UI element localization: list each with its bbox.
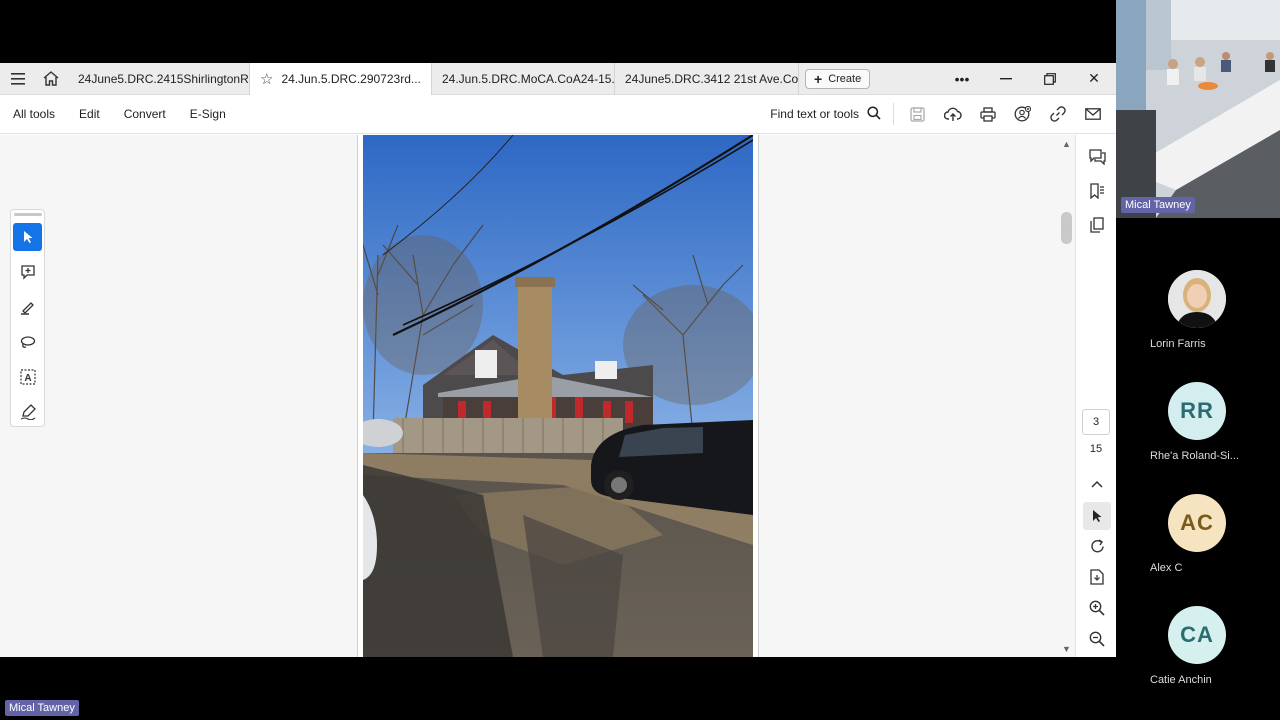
screen: 24June5.DRC.2415ShirlingtonR... ☆ 24.Jun…: [0, 0, 1280, 720]
participant-name: Rhe'a Roland-Si...: [1150, 450, 1239, 462]
tab-label: 24.Jun.5.DRC.MoCA.CoA24-15.p...: [442, 71, 615, 86]
vertical-scrollbar[interactable]: ▲ ▼: [1059, 135, 1074, 657]
toolbar-right: Find text or tools: [770, 99, 1116, 129]
quick-tools-panel: A: [10, 209, 45, 427]
main-toolbar: All tools Edit Convert E-Sign Find text …: [0, 95, 1116, 134]
esign-menu[interactable]: E-Sign: [178, 107, 238, 121]
text-recognition-icon[interactable]: A: [13, 363, 42, 391]
minimize-icon[interactable]: [984, 63, 1028, 95]
participant-name: Lorin Farris: [1150, 338, 1206, 350]
create-label: Create: [828, 72, 862, 85]
pdf-page: [357, 135, 759, 657]
plus-icon: +: [814, 70, 823, 87]
find-label: Find text or tools: [770, 107, 859, 121]
convert-menu[interactable]: Convert: [112, 107, 178, 121]
star-icon[interactable]: ☆: [260, 70, 273, 88]
comments-icon[interactable]: [1083, 143, 1111, 171]
highlight-pen-icon[interactable]: [13, 293, 42, 321]
tab-document-1[interactable]: 24June5.DRC.2415ShirlingtonR...: [66, 62, 250, 95]
zoom-out-icon[interactable]: [1083, 625, 1111, 653]
search-icon: [867, 105, 881, 123]
participant-name: Alex C: [1150, 562, 1183, 574]
add-comment-icon[interactable]: [13, 258, 42, 286]
find-tools-button[interactable]: Find text or tools: [770, 103, 894, 125]
tab-document-2[interactable]: ☆ 24.Jun.5.DRC.290723rd... ✕: [250, 62, 432, 95]
create-button[interactable]: + Create: [805, 68, 871, 89]
link-icon[interactable]: [1040, 99, 1075, 129]
document-workspace: A ▲ ▼ 3 15: [0, 135, 1116, 657]
avatar-initials: CA: [1168, 606, 1226, 664]
participant-name: Catie Anchin: [1150, 674, 1212, 686]
save-icon[interactable]: [900, 99, 935, 129]
room-camera-feed[interactable]: Mical Tawney: [1116, 0, 1280, 218]
tab-document-3[interactable]: 24.Jun.5.DRC.MoCA.CoA24-15.p...: [432, 62, 615, 95]
avatar: [1168, 270, 1226, 328]
home-icon[interactable]: [36, 63, 66, 95]
rotate-icon[interactable]: [1083, 532, 1111, 560]
right-panel: 3 15: [1075, 135, 1116, 657]
presenter-name-tag: Mical Tawney: [5, 700, 79, 716]
panel-grip[interactable]: [13, 213, 42, 216]
house-photo: [363, 135, 753, 657]
participant-name-tag: Mical Tawney: [1121, 197, 1195, 213]
participant-tile[interactable]: AC Alex C: [1116, 494, 1280, 584]
participant-tile[interactable]: Lorin Farris: [1116, 270, 1280, 360]
acrobat-window: 24June5.DRC.2415ShirlingtonR... ☆ 24.Jun…: [0, 62, 1116, 657]
hamburger-menu-icon[interactable]: [0, 63, 36, 95]
scroll-down-arrow-icon[interactable]: ▼: [1062, 644, 1071, 654]
more-options-icon[interactable]: •••: [940, 63, 984, 95]
sign-pen-icon[interactable]: [13, 398, 42, 426]
bookmarks-icon[interactable]: [1083, 177, 1111, 205]
page-total: 15: [1089, 443, 1103, 455]
participant-tile[interactable]: RR Rhe'a Roland-Si...: [1116, 382, 1280, 472]
zoom-in-icon[interactable]: [1083, 594, 1111, 622]
edit-menu[interactable]: Edit: [67, 107, 112, 121]
participant-tile[interactable]: CA Catie Anchin: [1116, 606, 1280, 696]
page-number-field[interactable]: 3: [1082, 409, 1110, 435]
page-up-chevron-icon[interactable]: [1083, 470, 1111, 498]
tab-document-4[interactable]: 24June5.DRC.3412 21st Ave.CoA...: [615, 62, 799, 95]
svg-text:A: A: [24, 373, 31, 384]
scroll-up-arrow-icon[interactable]: ▲: [1062, 139, 1071, 149]
avatar-initials: RR: [1168, 382, 1226, 440]
select-cursor-icon[interactable]: [13, 223, 42, 251]
avatar-initials: AC: [1168, 494, 1226, 552]
select-cursor-icon[interactable]: [1083, 502, 1111, 530]
tab-bar: 24June5.DRC.2415ShirlingtonR... ☆ 24.Jun…: [0, 62, 1116, 95]
participants-column: Mical Tawney Lorin Farris RR Rhe'a Rolan…: [1116, 0, 1280, 720]
print-icon[interactable]: [970, 99, 1005, 129]
pages-copy-icon[interactable]: [1083, 211, 1111, 239]
tab-label: 24June5.DRC.3412 21st Ave.CoA...: [625, 71, 799, 86]
tab-label: 24June5.DRC.2415ShirlingtonR...: [78, 71, 250, 86]
page-display-icon[interactable]: [1083, 563, 1111, 591]
all-tools-menu[interactable]: All tools: [0, 107, 67, 121]
upload-cloud-icon[interactable]: [935, 99, 970, 129]
close-window-icon[interactable]: ✕: [1072, 63, 1116, 95]
share-user-icon[interactable]: [1005, 99, 1040, 129]
tab-label: 24.Jun.5.DRC.290723rd...: [281, 71, 421, 86]
email-icon[interactable]: [1075, 99, 1110, 129]
window-controls: ••• ✕: [940, 63, 1116, 95]
draw-freeform-icon[interactable]: [13, 328, 42, 356]
scroll-thumb[interactable]: [1061, 212, 1072, 244]
restore-icon[interactable]: [1028, 63, 1072, 95]
